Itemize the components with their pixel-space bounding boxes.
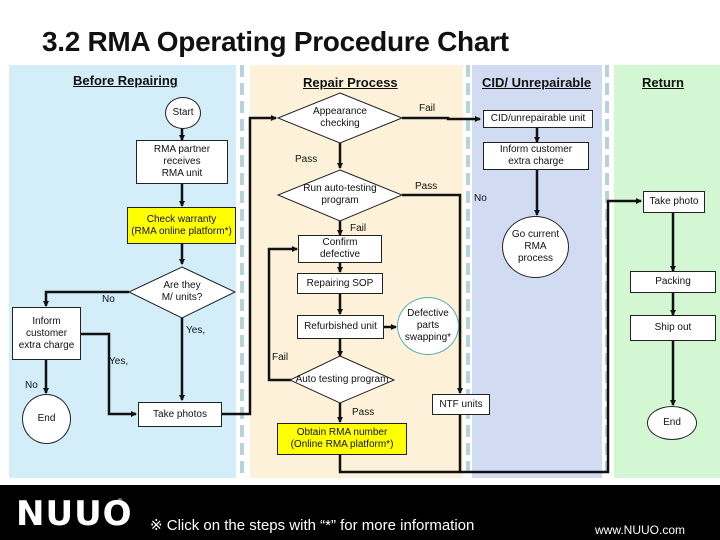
edge-label-no: No [474,193,487,204]
ntf-units-node: NTF units [432,394,490,415]
appearance-checking-label: Appearance checking [313,106,367,129]
take-photo-node: Take photo [643,191,705,213]
go-current-rma-process-node: Go current RMA process [502,216,569,278]
edge-label-no: No [25,380,38,391]
cid-unrepairable-unit-node: CID/unrepairable unit [483,110,593,128]
edge-label-yes: Yes, [186,325,206,336]
take-photos-node: Take photos [138,402,222,427]
edge-label-fail: Fail [350,223,367,234]
website-link[interactable]: www.NUUO.com [595,523,685,537]
edge-mw-no [43,290,129,307]
confirm-defective-node: Confirm defective [298,235,382,263]
end-right-node: End [647,406,697,440]
edge-label-pass: Pass [295,154,318,165]
edge-label-fail: Fail [419,103,436,114]
edge-label-fail: Fail [272,352,289,363]
end-left-node: End [22,394,71,444]
mw-units-label: Are they M/ units? [161,280,203,303]
edge-appearance-fail [402,116,481,122]
footer-note: ※ Click on the steps with “*” for more i… [150,517,475,534]
start-node: Start [165,97,201,129]
rma-partner-receives-node: RMA partner receives RMA unit [136,140,228,184]
obtain-rma-number-node[interactable]: Obtain RMA number (Online RMA platform*) [277,423,407,455]
inform-customer-left-node: Inform customer extra charge [12,307,81,360]
edge-autotest-pass [402,193,463,394]
packing-node: Packing [630,271,716,293]
edge-label-pass: Pass [352,407,375,418]
edge-label-yes: Yes, [109,356,129,367]
edge-label-pass: Pass [415,181,438,192]
edge-label-no: No [102,294,115,305]
nuuo-logo: NUUO [16,494,133,534]
repairing-sop-node: Repairing SOP [297,273,383,294]
run-auto-testing-label: Run auto-testing program [303,183,377,206]
registered-mark: ® [118,499,123,505]
check-warranty-node[interactable]: Check warranty (RMA online platform*) [127,207,236,244]
refurbished-unit-node: Refurbished unit [297,315,384,339]
defective-parts-swapping-node[interactable]: Defective parts swapping* [397,297,459,355]
auto-testing-program-label: Auto testing program [295,374,389,385]
edge-inform-yes [81,332,137,417]
inform-customer-cid-node: Inform customer extra charge [483,142,589,170]
ship-out-node: Ship out [630,315,716,341]
